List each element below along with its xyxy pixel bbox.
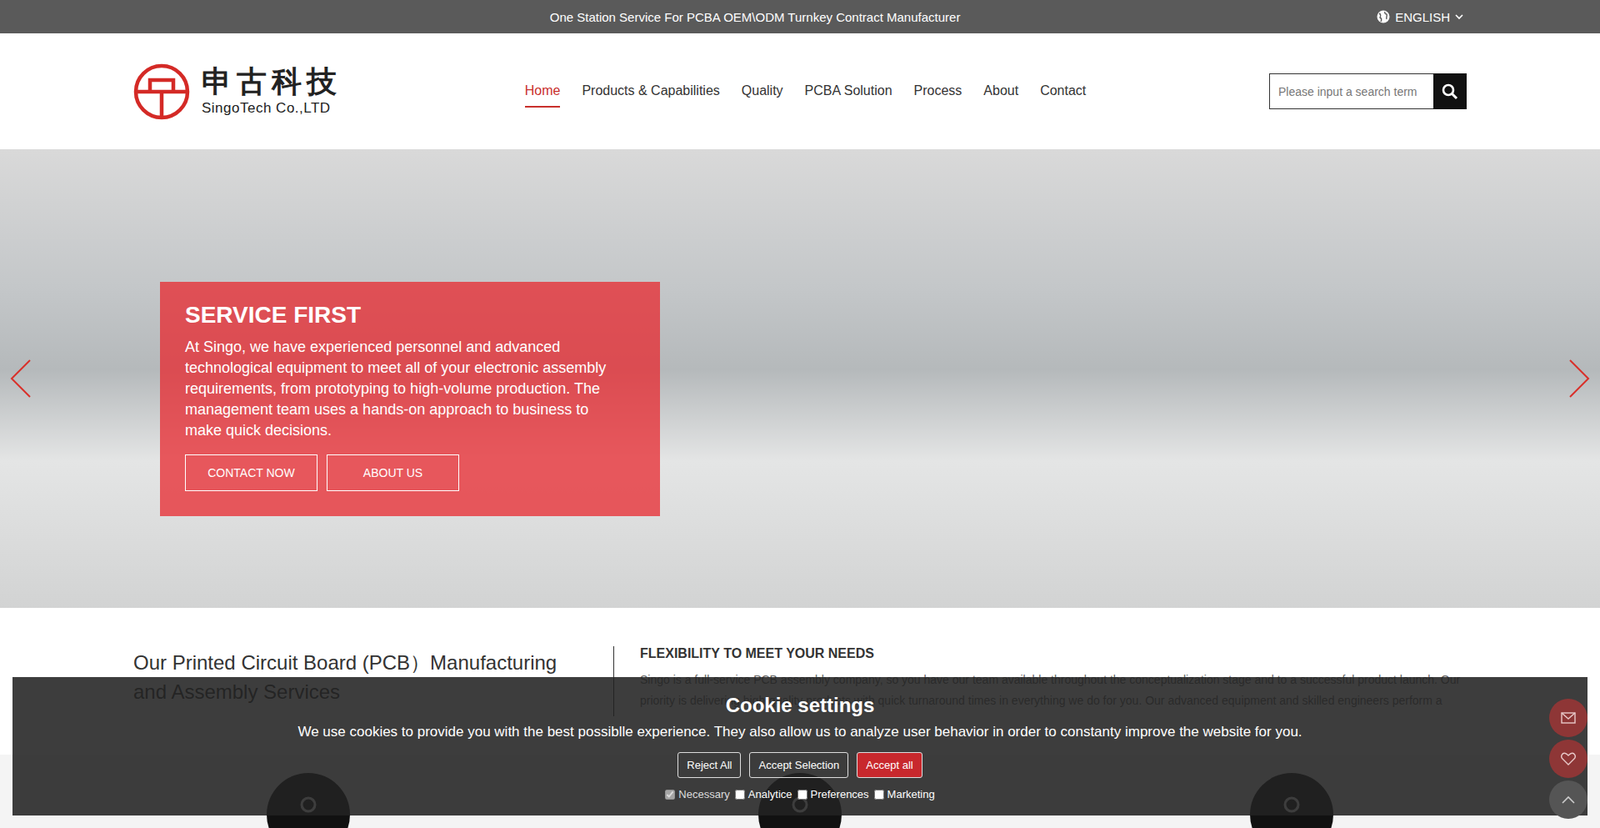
logo-chinese: 申古科技 (201, 66, 342, 97)
nav-item[interactable]: Process (914, 75, 963, 108)
about-button[interactable]: ABOUT US (326, 454, 460, 491)
cookie-text: We use cookies to provide you with the b… (29, 723, 1571, 740)
top-bar: One Station Service For PCBA OEM\ODM Tur… (0, 0, 1600, 34)
nav-item[interactable]: Quality (741, 75, 784, 108)
nav-item[interactable]: PCBA Solution (805, 75, 893, 108)
chevron-down-icon (1455, 13, 1464, 20)
nav-item[interactable]: Contact (1040, 75, 1086, 108)
floating-actions (1549, 698, 1588, 819)
nav-item[interactable]: Home (525, 75, 561, 108)
language-label[interactable]: ENGLISH (1395, 10, 1450, 25)
logo[interactable]: 申古科技 SingoTech Co.,LTD (133, 63, 342, 120)
globe-icon (1376, 10, 1390, 24)
back-to-top-button[interactable] (1549, 780, 1588, 819)
search-icon (1441, 83, 1459, 100)
logo-mark-icon (133, 63, 190, 120)
main-nav: Home Products & Capabilities Quality PCBA S… (525, 75, 1087, 108)
contact-button[interactable]: CONTACT NOW (185, 454, 318, 491)
mail-icon (1560, 711, 1576, 724)
cookie-option-label: Necessary (678, 787, 730, 800)
cookie-checkbox (665, 789, 675, 800)
cookie-option-label: Analytice (748, 787, 793, 800)
search-input[interactable] (1269, 73, 1434, 110)
hero-title: SERVICE FIRST (185, 301, 619, 329)
slogan: One Station Service For PCBA OEM\ODM Tur… (133, 10, 1377, 25)
cookie-checkbox[interactable] (874, 789, 885, 800)
heart-icon (1560, 751, 1576, 765)
nav-item[interactable]: Products & Capabilities (581, 75, 720, 108)
cookie-button[interactable]: Accept Selection (749, 751, 849, 778)
prev-slide-icon[interactable] (8, 357, 34, 400)
cookie-option: Necessary (665, 787, 730, 800)
search-button[interactable] (1433, 73, 1467, 110)
next-slide-icon[interactable] (1566, 357, 1592, 400)
language-selector[interactable]: ENGLISH (1376, 10, 1467, 25)
logo-english: SingoTech Co.,LTD (201, 100, 342, 117)
nav-item[interactable]: About (983, 75, 1019, 108)
cookie-option-label: Marketing (887, 787, 935, 800)
hero-text: At Singo, we have experienced personnel … (185, 336, 619, 441)
cookie-button[interactable]: Reject All (677, 751, 741, 778)
hero-caption: SERVICE FIRST At Singo, we have experien… (160, 281, 660, 516)
arrow-up-icon (1561, 795, 1575, 804)
email-button[interactable] (1549, 698, 1588, 737)
cookie-option[interactable]: Preferences (797, 787, 870, 800)
hero-banner: SERVICE FIRST At Singo, we have experien… (0, 149, 1600, 608)
intro-title: FLEXIBILITY TO MEET YOUR NEEDS (640, 645, 1467, 661)
cookie-option-label: Preferences (810, 787, 870, 800)
cookie-option[interactable]: Marketing (874, 787, 935, 800)
cookie-banner: Cookie settings We use cookies to provid… (12, 676, 1588, 815)
cookie-button[interactable]: Accept all (856, 751, 922, 778)
cookie-option[interactable]: Analytice (735, 787, 793, 800)
favorite-button[interactable] (1549, 739, 1588, 778)
header: 申古科技 SingoTech Co.,LTD Home Products & Ca… (0, 33, 1600, 150)
cookie-checkbox[interactable] (797, 789, 808, 800)
cookie-checkbox[interactable] (735, 789, 745, 800)
search-box (1269, 73, 1467, 110)
cookie-title: Cookie settings (29, 693, 1571, 717)
